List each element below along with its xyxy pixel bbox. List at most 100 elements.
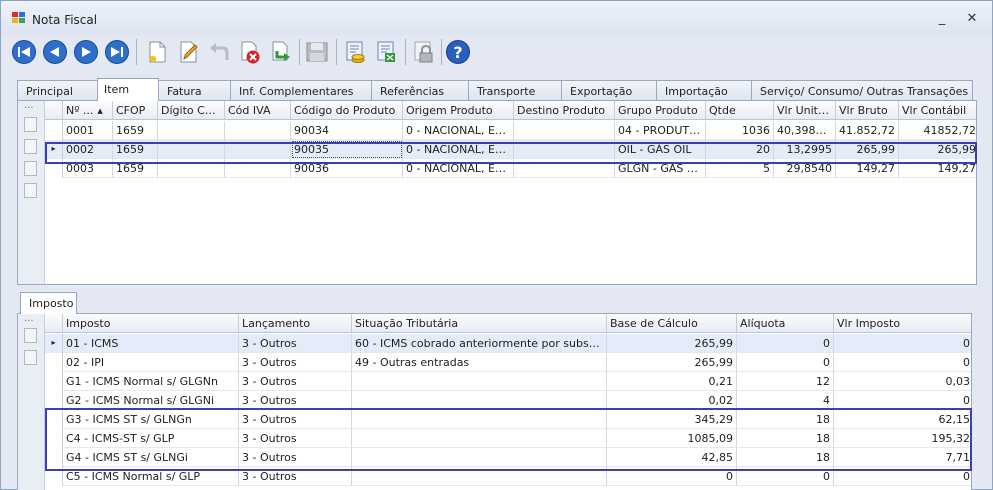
table-cell[interactable] <box>225 159 291 178</box>
table-row[interactable]: ▸ 0002 1659 90035 0 - NACIONAL, EX... OIL - G… <box>45 140 976 159</box>
table-cell[interactable]: 0 <box>834 353 971 372</box>
table-cell[interactable]: 0,02 <box>607 391 737 410</box>
report-button[interactable] <box>340 37 370 67</box>
row-indicator[interactable] <box>45 353 63 372</box>
column-header[interactable]: Nº ... ▲ <box>63 101 113 119</box>
table-cell[interactable]: 265,99 <box>607 334 737 353</box>
table-cell[interactable]: 3 - Outros <box>239 353 352 372</box>
column-header[interactable]: Dígito CFOP <box>158 101 225 119</box>
table-cell[interactable]: 3 - Outros <box>239 429 352 448</box>
table-cell[interactable]: 265,99 <box>836 140 899 159</box>
column-header[interactable]: Vlr Contábil <box>899 101 976 119</box>
table-cell[interactable]: 02 - IPI <box>63 353 239 372</box>
table-cell[interactable] <box>352 410 607 429</box>
new-button[interactable] <box>142 37 172 67</box>
table-cell[interactable]: 0 - NACIONAL, EX... <box>403 159 514 178</box>
table-cell[interactable]: 1659 <box>113 121 158 140</box>
insert-row-icon[interactable] <box>24 328 37 343</box>
tab-exportacao[interactable]: Exportação <box>561 80 657 100</box>
row-indicator[interactable] <box>45 391 63 410</box>
table-cell[interactable]: 18 <box>737 448 834 467</box>
table-cell[interactable]: 5 <box>706 159 774 178</box>
save-button[interactable] <box>302 37 332 67</box>
table-cell[interactable]: 04 - PRODUTO... <box>615 121 706 140</box>
table-cell[interactable]: 90034 <box>291 121 403 140</box>
table-cell[interactable] <box>514 140 615 159</box>
tab-servico-consumo[interactable]: Serviço/ Consumo/ Outras Transações <box>751 80 973 100</box>
table-cell[interactable]: 0,03 <box>834 372 971 391</box>
undo-button[interactable] <box>204 37 234 67</box>
table-cell[interactable]: 0001 <box>63 121 113 140</box>
table-cell[interactable]: GLGN - GÁS LI... <box>615 159 706 178</box>
table-cell[interactable]: 3 - Outros <box>239 372 352 391</box>
tab-referencias[interactable]: Referências <box>371 80 469 100</box>
confirm-button[interactable] <box>266 37 296 67</box>
table-cell[interactable] <box>514 121 615 140</box>
table-cell[interactable] <box>514 159 615 178</box>
table-cell[interactable]: OIL - GÁS OIL <box>615 140 706 159</box>
table-cell[interactable]: 0 - NACIONAL, EX... <box>403 140 514 159</box>
table-row[interactable]: ▸ 01 - ICMS 3 - Outros 60 - ICMS cobrado an… <box>45 334 971 353</box>
table-cell[interactable]: 90035 <box>291 140 403 159</box>
row-indicator[interactable] <box>45 429 63 448</box>
table-cell[interactable]: 0003 <box>63 159 113 178</box>
table-cell[interactable] <box>225 121 291 140</box>
delete-button[interactable] <box>235 37 265 67</box>
column-header[interactable]: Lançamento <box>239 314 352 332</box>
table-cell[interactable]: 3 - Outros <box>239 467 352 486</box>
table-cell[interactable]: 40,398378 <box>774 121 836 140</box>
table-cell[interactable]: 1085,09 <box>607 429 737 448</box>
table-cell[interactable]: 4 <box>737 391 834 410</box>
first-record-button[interactable] <box>9 37 39 67</box>
insert-row-icon[interactable] <box>24 139 37 154</box>
table-cell[interactable]: 3 - Outros <box>239 410 352 429</box>
lock-button[interactable] <box>408 37 438 67</box>
table-cell[interactable] <box>225 140 291 159</box>
tab-importacao[interactable]: Importação <box>656 80 752 100</box>
tab-inf-complementares[interactable]: Inf. Complementares <box>230 80 372 100</box>
close-button[interactable]: ✕ <box>961 9 983 29</box>
column-header[interactable]: Base de Cálculo <box>607 314 737 332</box>
table-row[interactable]: C4 - ICMS-ST s/ GLP 3 - Outros 1085,09 18 19… <box>45 429 971 448</box>
table-cell[interactable]: 1036 <box>706 121 774 140</box>
table-cell[interactable]: G3 - ICMS ST s/ GLNGn <box>63 410 239 429</box>
row-indicator[interactable]: ▸ <box>45 334 63 353</box>
table-cell[interactable] <box>352 372 607 391</box>
table-cell[interactable]: 7,71 <box>834 448 971 467</box>
table-cell[interactable] <box>352 391 607 410</box>
row-indicator[interactable]: ▸ <box>45 140 63 159</box>
column-header[interactable]: Vlr Imposto <box>834 314 971 332</box>
table-row[interactable]: G3 - ICMS ST s/ GLNGn 3 - Outros 345,29 18 6… <box>45 410 971 429</box>
column-header[interactable]: Destino Produto <box>514 101 615 119</box>
table-cell[interactable]: C4 - ICMS-ST s/ GLP <box>63 429 239 448</box>
table-cell[interactable]: 0 <box>834 391 971 410</box>
minimize-button[interactable]: _ <box>931 9 953 29</box>
add-row-icon[interactable] <box>24 117 37 132</box>
column-header[interactable]: Qtde <box>706 101 774 119</box>
table-cell[interactable]: 149,27 <box>899 159 976 178</box>
table-cell[interactable]: 18 <box>737 410 834 429</box>
table-cell[interactable] <box>158 140 225 159</box>
last-record-button[interactable] <box>102 37 132 67</box>
tab-principal[interactable]: Principal <box>17 80 98 100</box>
column-header[interactable]: Grupo Produto <box>615 101 706 119</box>
row-indicator[interactable] <box>45 121 63 140</box>
table-cell[interactable] <box>352 448 607 467</box>
table-cell[interactable] <box>352 467 607 486</box>
table-cell[interactable]: 29,8540 <box>774 159 836 178</box>
table-cell[interactable]: 20 <box>706 140 774 159</box>
table-row[interactable]: G2 - ICMS Normal s/ GLGNi 3 - Outros 0,02 4… <box>45 391 971 410</box>
row-indicator[interactable] <box>45 448 63 467</box>
delete-row-icon[interactable] <box>24 183 37 198</box>
next-record-button[interactable] <box>71 37 101 67</box>
table-row[interactable]: 02 - IPI 3 - Outros 49 - Outras entradas 26… <box>45 353 971 372</box>
table-cell[interactable]: 0 - NACIONAL, EX... <box>403 121 514 140</box>
table-cell[interactable]: 90036 <box>291 159 403 178</box>
table-cell[interactable]: 0 <box>834 467 971 486</box>
edit-row-icon[interactable] <box>24 161 37 176</box>
table-cell[interactable]: C5 - ICMS Normal s/ GLP <box>63 467 239 486</box>
table-cell[interactable]: 0 <box>737 334 834 353</box>
table-cell[interactable] <box>158 121 225 140</box>
column-header[interactable]: Código do Produto <box>291 101 403 119</box>
calculation-button[interactable] <box>371 37 401 67</box>
